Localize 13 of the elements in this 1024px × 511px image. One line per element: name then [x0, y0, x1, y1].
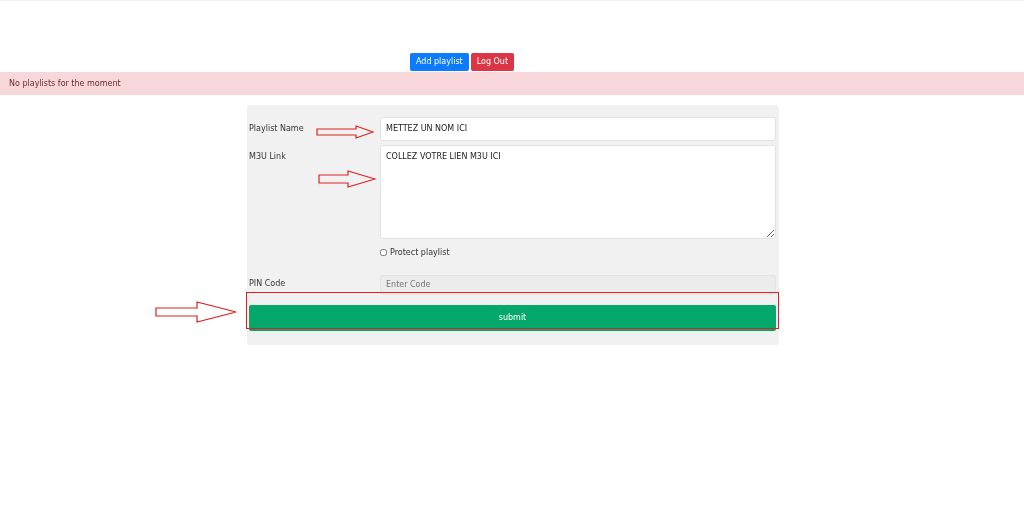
field-label: PIN Code [249, 278, 286, 288]
checkbox-label[interactable]: Protect playlist [390, 246, 450, 259]
field-label: Playlist Name [249, 123, 304, 133]
checkbox[interactable] [380, 249, 387, 257]
arrow-icon [316, 125, 374, 139]
arrow-icon [318, 170, 376, 188]
alert-message: No playlists for the moment [9, 78, 121, 88]
add-playlist-button[interactable]: Add playlist [410, 53, 469, 71]
input-field[interactable]: METTEZ UN NOM ICI [380, 116, 776, 141]
logout-button[interactable]: Log Out [470, 53, 515, 71]
arrow-icon [155, 301, 237, 323]
input-field[interactable]: COLLEZ VOTRE LIEN M3U ICI [380, 144, 776, 239]
field-label: M3U Link [249, 151, 286, 161]
